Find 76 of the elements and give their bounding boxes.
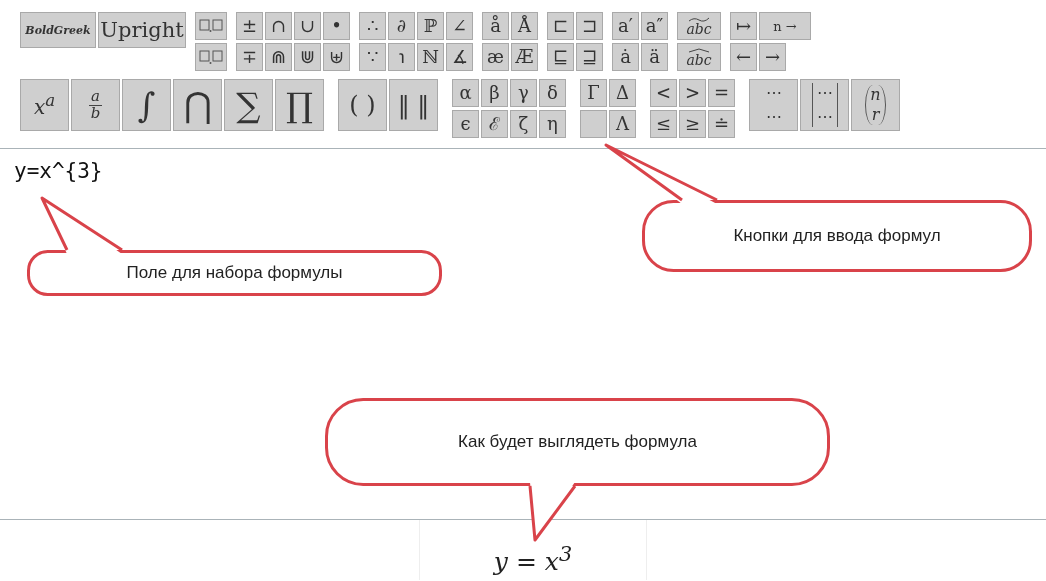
symbol-button[interactable] [580, 110, 607, 138]
symbol-button[interactable]: η [539, 110, 566, 138]
symbol-button[interactable]: ⋂ [173, 79, 222, 131]
symbol-button[interactable]: n → [759, 12, 811, 40]
symbol-button[interactable]: n r [851, 79, 900, 131]
symbol-button[interactable]: ≐ [708, 110, 735, 138]
symbol-button[interactable] [195, 43, 227, 71]
symbol-button[interactable]: Æ [511, 43, 538, 71]
symbol-button[interactable]: ⋓ [294, 43, 321, 71]
symbol-button[interactable]: ∓ [236, 43, 263, 71]
callout-text: Кнопки для ввода формул [733, 226, 941, 246]
symbol-button[interactable]: ↦ [730, 12, 757, 40]
symbol-button[interactable]: → [759, 43, 786, 71]
symbol-button[interactable]: ‖ ‖ [389, 79, 438, 131]
symbol-button[interactable]: Λ [609, 110, 636, 138]
symbol-button[interactable]: α [452, 79, 479, 107]
symbol-button[interactable]: ← [730, 43, 757, 71]
accent-button[interactable]: abc [677, 12, 721, 40]
symbol-button[interactable]: ℙ [417, 12, 444, 40]
symbol-button[interactable] [195, 12, 227, 40]
symbol-button[interactable]: ∏ [275, 79, 324, 131]
symbol-button[interactable]: ± [236, 12, 263, 40]
symbol-button[interactable]: å [482, 12, 509, 40]
formula-input[interactable]: y=x^{3} [14, 159, 1014, 219]
style-button[interactable]: Upright [98, 12, 186, 48]
symbol-button[interactable]: ∴ [359, 12, 386, 40]
symbol-button[interactable]: ∩ [265, 12, 292, 40]
symbol-button[interactable]: ζ [510, 110, 537, 138]
symbol-button[interactable]: ∫ [122, 79, 171, 131]
symbol-button[interactable]: ϵ [452, 110, 479, 138]
symbol-button[interactable]: δ [539, 79, 566, 107]
symbol-button[interactable]: ≤ [650, 110, 677, 138]
symbol-button[interactable]: a b [71, 79, 120, 131]
hat-icon [688, 47, 710, 53]
symbol-button[interactable]: • [323, 12, 350, 40]
symbol-button[interactable]: ⊏ [547, 12, 574, 40]
symbol-button[interactable]: ä [641, 43, 668, 71]
symbol-button[interactable]: a″ [641, 12, 668, 40]
accent-button[interactable]: abc [677, 43, 721, 71]
symbol-button[interactable]: ∂ [388, 12, 415, 40]
tilde-icon [688, 16, 710, 22]
symbol-button[interactable]: ( ) [338, 79, 387, 131]
symbol-button[interactable]: ⋯ ⋯ [800, 79, 849, 131]
style-button[interactable]: BoldGreek [20, 12, 96, 48]
symbol-button[interactable]: ∡ [446, 43, 473, 71]
placeholder-boxes-icon [199, 50, 223, 64]
symbol-button[interactable]: > [679, 79, 706, 107]
symbol-button[interactable]: ȧ [612, 43, 639, 71]
symbol-button[interactable]: ∠ [446, 12, 473, 40]
symbol-button[interactable]: Δ [609, 79, 636, 107]
symbol-button[interactable]: ⊎ [323, 43, 350, 71]
symbol-button[interactable]: ⊐ [576, 12, 603, 40]
callout-text: Поле для набора формулы [126, 263, 343, 283]
placeholder-boxes-icon [199, 19, 223, 33]
symbol-button[interactable]: ∪ [294, 12, 321, 40]
symbol-button[interactable]: γ [510, 79, 537, 107]
symbol-button[interactable]: Γ [580, 79, 607, 107]
symbol-button[interactable]: ℩ [388, 43, 415, 71]
symbol-button[interactable]: ⋒ [265, 43, 292, 71]
symbol-button[interactable]: æ [482, 43, 509, 71]
symbol-button[interactable]: ≥ [679, 110, 706, 138]
symbol-button[interactable]: Å [511, 12, 538, 40]
rendered-formula: y = x$^{3}$ [493, 541, 573, 576]
symbol-button[interactable]: ∑ [224, 79, 273, 131]
symbol-button[interactable]: < [650, 79, 677, 107]
symbol-button[interactable]: ℰ [481, 110, 508, 138]
symbol-button[interactable]: ∵ [359, 43, 386, 71]
symbol-button[interactable]: = [708, 79, 735, 107]
symbol-button[interactable]: ⊒ [576, 43, 603, 71]
symbol-button[interactable]: β [481, 79, 508, 107]
symbol-button[interactable]: a′ [612, 12, 639, 40]
symbol-button[interactable]: ⊑ [547, 43, 574, 71]
symbol-button[interactable]: ℕ [417, 43, 444, 71]
callout-text: Как будет выглядеть формула [458, 432, 697, 452]
symbol-button[interactable]: ⋯ ⋯ [749, 79, 798, 131]
symbol-button[interactable]: x$^{a}$ [20, 79, 69, 131]
